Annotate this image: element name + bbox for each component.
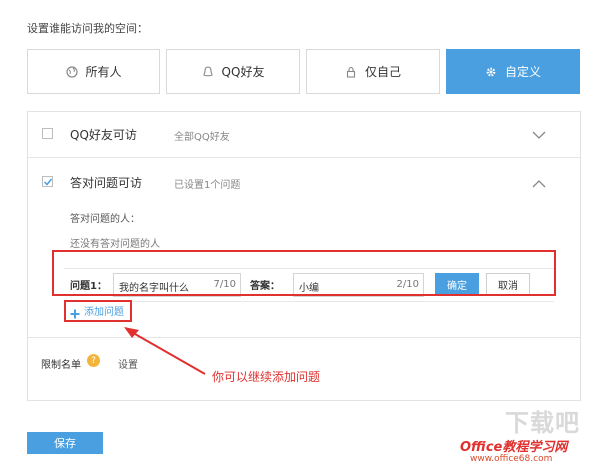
annotation-arrow (124, 327, 206, 375)
annotation-text: 你可以继续添加问题 (212, 370, 321, 384)
watermark-logo: 下载吧 (505, 409, 580, 437)
watermark-title: Office教程学习网 (460, 440, 568, 455)
watermark-url: www.office68.com (470, 454, 553, 464)
save-button[interactable]: 保存 (27, 432, 103, 454)
